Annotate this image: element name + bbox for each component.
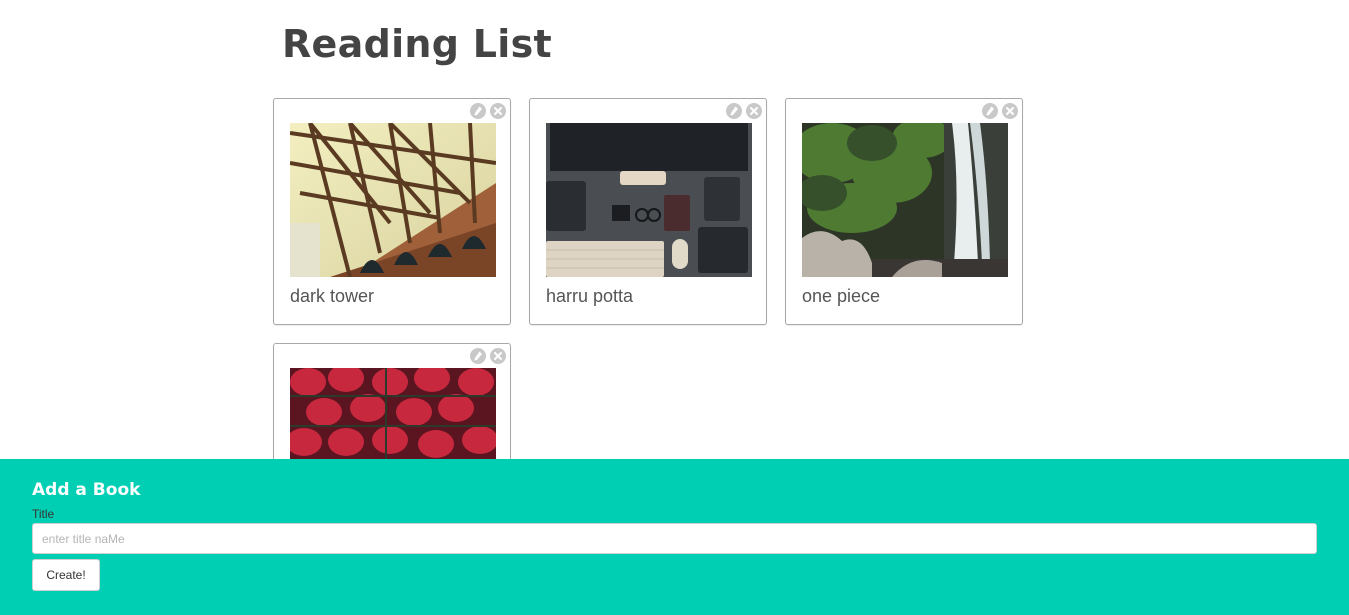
book-card: harru potta — [529, 98, 767, 325]
book-card: one piece — [785, 98, 1023, 325]
book-title: dark tower — [290, 286, 375, 306]
pencil-icon[interactable] — [470, 348, 486, 364]
close-icon[interactable] — [1002, 103, 1018, 119]
add-book-panel: Add a Book Title Create! — [0, 459, 1349, 615]
close-icon[interactable] — [746, 103, 762, 119]
pencil-icon[interactable] — [726, 103, 742, 119]
page-title: Reading List — [282, 22, 553, 66]
add-book-heading: Add a Book — [32, 480, 141, 500]
create-button[interactable]: Create! — [32, 559, 100, 591]
title-input[interactable] — [32, 523, 1317, 554]
title-label: Title — [32, 507, 55, 521]
waterfall-photo — [802, 123, 1008, 277]
bridge-photo — [290, 123, 496, 277]
book-title: one piece — [802, 286, 881, 306]
desk-photo — [546, 123, 752, 277]
pencil-icon[interactable] — [982, 103, 998, 119]
close-icon[interactable] — [490, 103, 506, 119]
book-card: dark tower — [273, 98, 511, 325]
book-title: harru potta — [546, 286, 634, 306]
close-icon[interactable] — [490, 348, 506, 364]
pencil-icon[interactable] — [470, 103, 486, 119]
